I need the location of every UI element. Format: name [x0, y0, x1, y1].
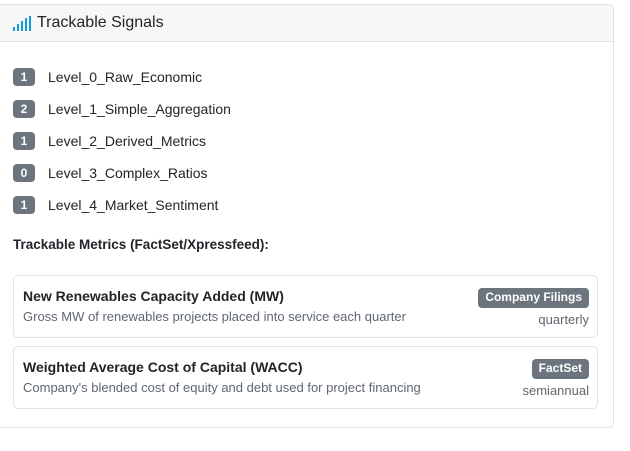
metric-description: Company's blended cost of equity and deb…: [23, 380, 421, 395]
metric-frequency: quarterly: [538, 312, 589, 327]
level-row: 2 Level_1_Simple_Aggregation: [13, 93, 231, 125]
level-label: Level_4_Market_Sentiment: [48, 197, 219, 213]
metrics-heading: Trackable Metrics (FactSet/Xpressfeed):: [13, 237, 269, 252]
level-row: 1 Level_0_Raw_Economic: [13, 61, 231, 93]
card-title: Trackable Signals: [37, 14, 164, 31]
metric-name: New Renewables Capacity Added (MW): [23, 288, 284, 304]
metric-item: New Renewables Capacity Added (MW) Gross…: [13, 275, 598, 338]
level-count-badge: 1: [13, 132, 35, 150]
metric-name: Weighted Average Cost of Capital (WACC): [23, 359, 303, 375]
level-count-badge: 1: [13, 196, 35, 214]
level-count-badge: 1: [13, 68, 35, 86]
metric-frequency: semiannual: [522, 383, 590, 398]
level-label: Level_1_Simple_Aggregation: [48, 101, 231, 117]
metric-source-badge: Company Filings: [478, 288, 589, 308]
signal-bars-icon: [13, 15, 31, 31]
metric-item: Weighted Average Cost of Capital (WACC) …: [13, 346, 598, 409]
metric-source-badge: FactSet: [531, 359, 589, 379]
level-row: 0 Level_3_Complex_Ratios: [13, 157, 231, 189]
level-label: Level_3_Complex_Ratios: [48, 165, 208, 181]
card-header: Trackable Signals: [0, 5, 613, 42]
metric-description: Gross MW of renewables projects placed i…: [23, 309, 406, 324]
level-count-badge: 0: [13, 164, 35, 182]
level-label: Level_0_Raw_Economic: [48, 69, 203, 85]
level-label: Level_2_Derived_Metrics: [48, 133, 206, 149]
level-row: 1 Level_2_Derived_Metrics: [13, 125, 231, 157]
level-row: 1 Level_4_Market_Sentiment: [13, 189, 231, 221]
level-count-badge: 2: [13, 100, 35, 118]
trackable-signals-card: Trackable Signals 1 Level_0_Raw_Economic…: [0, 4, 614, 428]
level-list: 1 Level_0_Raw_Economic 2 Level_1_Simple_…: [13, 61, 231, 221]
